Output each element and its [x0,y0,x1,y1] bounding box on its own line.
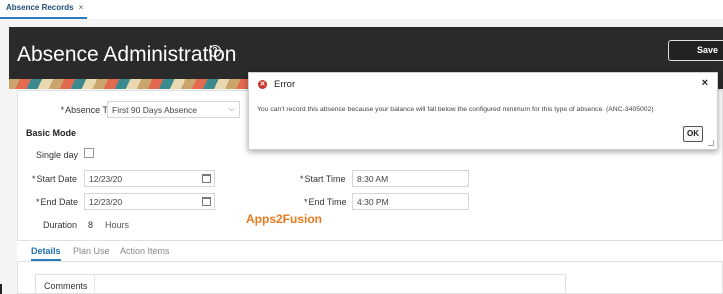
duration-unit: Hours [105,220,130,230]
end-date-label-text: End Date [40,197,79,207]
start-date-input[interactable]: 12/23/20 [84,170,215,187]
tab-plan-use[interactable]: Plan Use [73,246,110,256]
page-title: Absence Administration [17,43,237,66]
calendar-icon[interactable] [202,174,211,183]
required-mark: * [304,197,308,207]
decorative-pattern [9,79,269,89]
absence-type-select[interactable]: First 90 Days Absence ⌵ [107,101,240,118]
end-time-input[interactable]: 4:30 PM [352,193,469,210]
start-time-input[interactable]: 8:30 AM [352,170,469,187]
tab-close-icon[interactable]: × [79,3,84,17]
section-title: Basic Mode [26,128,77,138]
resize-handle[interactable] [708,140,714,146]
tab-details[interactable]: Details [31,246,61,261]
tab-action-items[interactable]: Action Items [120,246,170,256]
error-icon: ✕ [258,80,267,89]
end-time-label: *End Time [304,197,347,207]
start-time-label-text: Start Time [304,174,346,184]
end-time-value: 4:30 PM [357,197,389,207]
end-time-label-text: End Time [308,197,347,207]
start-date-label: *Start Date [32,174,77,184]
watermark: Apps2Fusion [246,212,323,226]
error-dialog: ✕ Error × You can't record this absence … [248,72,718,150]
start-date-value: 12/23/20 [89,174,123,184]
help-circle-icon[interactable]: ? [209,45,221,57]
single-day-label: Single day [36,150,79,160]
chevron-down-icon: ⌵ [228,104,235,113]
tab-absence-records[interactable]: Absence Records × [0,0,88,19]
detail-tabs: Details Plan Use Action Items [17,240,723,262]
dialog-header: ✕ Error × [249,73,717,95]
edge-marker [0,284,2,294]
required-mark: * [60,105,65,115]
start-date-label-text: Start Date [36,174,78,184]
close-icon[interactable]: × [702,77,708,89]
tab-strip: Absence Records × [0,0,723,19]
duration-value: 8 [88,220,94,230]
dialog-title: Error [274,79,296,90]
required-mark: * [32,174,36,184]
save-button[interactable]: Save [668,40,723,61]
start-time-label: *Start Time [300,174,346,184]
comments-box: Comments [35,274,566,294]
ok-button[interactable]: OK [683,126,703,142]
duration-label: Duration [43,220,78,230]
required-mark: * [36,197,40,207]
end-date-value: 12/23/20 [89,197,123,207]
comments-input[interactable] [94,275,566,294]
end-date-label: *End Date [36,197,78,207]
error-message: You can't record this absence because yo… [257,106,654,113]
required-mark: * [300,174,304,184]
absence-type-value: First 90 Days Absence [112,105,198,115]
comments-label: Comments [44,281,88,291]
calendar-icon[interactable] [202,197,211,206]
single-day-checkbox[interactable] [84,148,94,158]
tab-label: Absence Records [6,3,74,12]
end-date-input[interactable]: 12/23/20 [84,193,215,210]
start-time-value: 8:30 AM [357,174,389,184]
